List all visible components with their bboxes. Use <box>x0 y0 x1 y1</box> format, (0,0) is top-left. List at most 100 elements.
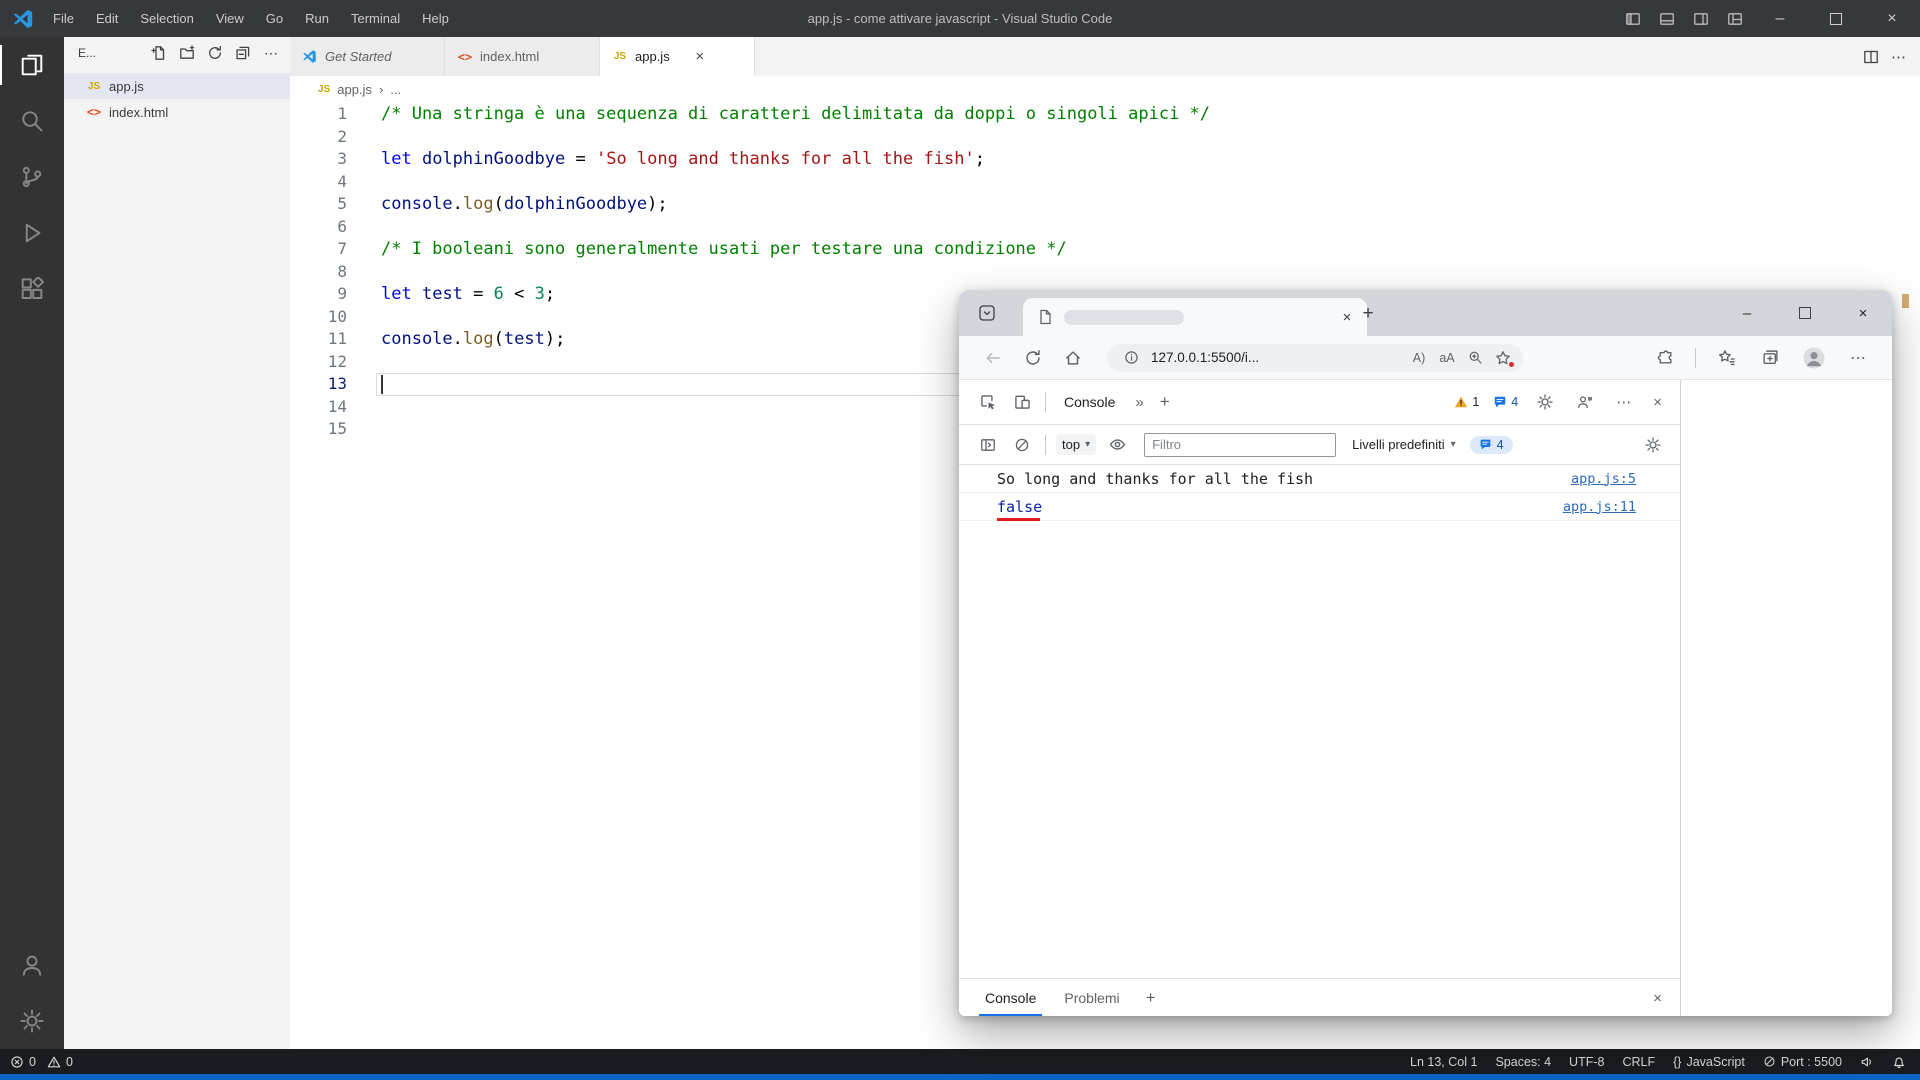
breadcrumb-file[interactable]: app.js <box>337 82 372 97</box>
tab-actions-menu-icon[interactable] <box>977 303 997 323</box>
drawer-tab-problemi[interactable]: Problemi <box>1050 979 1133 1016</box>
line-number[interactable]: 5 <box>290 193 347 216</box>
back-icon[interactable] <box>973 341 1013 375</box>
console-source-link[interactable]: app.js:5 <box>1571 471 1636 487</box>
maximize-button[interactable] <box>1808 0 1864 37</box>
home-icon[interactable] <box>1053 341 1093 375</box>
toggle-sidebar-icon[interactable] <box>1616 0 1650 37</box>
browser-close-button[interactable]: × <box>1834 290 1892 336</box>
feedback-icon[interactable] <box>1860 1055 1874 1069</box>
line-number[interactable]: 8 <box>290 261 347 284</box>
code-line-2[interactable]: 2 <box>290 126 1900 149</box>
profile-avatar[interactable] <box>1794 341 1834 375</box>
devtools-feedback-icon[interactable] <box>1568 386 1602 418</box>
line-number[interactable]: 11 <box>290 328 347 351</box>
new-folder-icon[interactable] <box>178 44 196 62</box>
extensions-puzzle-icon[interactable] <box>1645 341 1685 375</box>
toggle-secondary-sidebar-icon[interactable] <box>1684 0 1718 37</box>
line-number[interactable]: 2 <box>290 126 347 149</box>
device-toolbar-icon[interactable] <box>1005 386 1039 418</box>
zoom-icon[interactable] <box>1461 346 1489 370</box>
console-filter-input[interactable] <box>1144 433 1336 457</box>
line-number[interactable]: 9 <box>290 283 347 306</box>
eol-indicator[interactable]: CRLF <box>1622 1055 1655 1069</box>
split-editor-icon[interactable] <box>1863 49 1879 65</box>
tab-close-icon[interactable]: × <box>691 48 709 65</box>
browser-menu-icon[interactable]: ⋯ <box>1838 341 1878 375</box>
line-number[interactable]: 4 <box>290 171 347 194</box>
console-settings-gear-icon[interactable] <box>1636 429 1670 461</box>
add-favorite-star-icon[interactable] <box>1489 346 1517 370</box>
devtools-settings-gear-icon[interactable] <box>1528 386 1562 418</box>
drawer-tab-console[interactable]: Console <box>971 979 1050 1016</box>
new-tab-button[interactable]: + <box>1355 301 1381 327</box>
more-tabs-icon[interactable]: » <box>1127 394 1151 411</box>
log-levels-dropdown[interactable]: Livelli predefiniti ▾ <box>1352 437 1456 452</box>
line-number[interactable]: 14 <box>290 396 347 419</box>
line-number[interactable]: 1 <box>290 103 347 126</box>
console-output[interactable]: So long and thanks for all the fishapp.j… <box>959 465 1680 978</box>
url-text[interactable]: 127.0.0.1:5500/i... <box>1151 350 1405 365</box>
account-icon[interactable] <box>0 937 64 993</box>
menu-file[interactable]: File <box>42 0 85 37</box>
indentation[interactable]: Spaces: 4 <box>1495 1055 1551 1069</box>
problems-indicator[interactable]: 0 0 <box>10 1055 73 1069</box>
add-panel-icon[interactable]: + <box>1152 392 1178 412</box>
inspect-element-icon[interactable] <box>971 386 1005 418</box>
line-number[interactable]: 10 <box>290 306 347 329</box>
collapse-all-icon[interactable] <box>234 44 252 62</box>
browser-maximize-button[interactable] <box>1776 290 1834 336</box>
code-line-3[interactable]: 3let dolphinGoodbye = 'So long and thank… <box>290 148 1900 171</box>
cursor-position[interactable]: Ln 13, Col 1 <box>1410 1055 1477 1069</box>
menu-help[interactable]: Help <box>411 0 460 37</box>
refresh-icon[interactable] <box>206 44 224 62</box>
devtools-close-icon[interactable]: × <box>1645 394 1670 411</box>
tab-get-started[interactable]: Get Started <box>290 37 445 76</box>
warnings-badge[interactable]: 1 <box>1450 395 1483 409</box>
extensions-icon[interactable] <box>0 261 64 317</box>
file-item-index-html[interactable]: <>index.html <box>64 99 290 125</box>
line-number[interactable]: 3 <box>290 148 347 171</box>
text-size-icon[interactable]: aA <box>1433 346 1461 370</box>
menu-edit[interactable]: Edit <box>85 0 129 37</box>
menu-terminal[interactable]: Terminal <box>340 0 411 37</box>
drawer-add-tab-icon[interactable]: + <box>1134 988 1168 1008</box>
editor-more-actions-icon[interactable]: ⋯ <box>1891 48 1906 66</box>
file-item-app-js[interactable]: JSapp.js <box>64 73 290 99</box>
collections-icon[interactable] <box>1750 341 1790 375</box>
more-actions-icon[interactable]: ⋯ <box>262 44 280 62</box>
menu-go[interactable]: Go <box>255 0 294 37</box>
menu-selection[interactable]: Selection <box>129 0 204 37</box>
code-line-5[interactable]: 5console.log(dolphinGoodbye); <box>290 193 1900 216</box>
minimize-button[interactable]: – <box>1752 0 1808 37</box>
context-selector[interactable]: top ▾ <box>1056 434 1096 455</box>
messages-count-chip[interactable]: 4 <box>1470 436 1513 454</box>
line-number[interactable]: 7 <box>290 238 347 261</box>
address-bar[interactable]: 127.0.0.1:5500/i... A) aA <box>1107 344 1523 372</box>
breadcrumb-ellipsis[interactable]: ... <box>390 82 401 97</box>
code-line-4[interactable]: 4 <box>290 171 1900 194</box>
notifications-bell-icon[interactable] <box>1892 1055 1906 1069</box>
search-icon[interactable] <box>0 93 64 149</box>
line-number[interactable]: 12 <box>290 351 347 374</box>
reload-icon[interactable] <box>1013 341 1053 375</box>
toggle-panel-icon[interactable] <box>1650 0 1684 37</box>
encoding[interactable]: UTF-8 <box>1569 1055 1604 1069</box>
drawer-close-icon[interactable]: × <box>1647 990 1668 1007</box>
read-aloud-icon[interactable]: A) <box>1405 346 1433 370</box>
console-source-link[interactable]: app.js:11 <box>1563 499 1636 515</box>
run-debug-icon[interactable] <box>0 205 64 261</box>
live-server-port[interactable]: Port : 5500 <box>1763 1055 1842 1069</box>
line-number[interactable]: 13 <box>290 373 347 396</box>
line-number[interactable]: 15 <box>290 418 347 441</box>
favorites-bar-icon[interactable] <box>1706 341 1746 375</box>
close-button[interactable]: × <box>1864 0 1920 37</box>
code-line-6[interactable]: 6 <box>290 216 1900 239</box>
line-number[interactable]: 6 <box>290 216 347 239</box>
devtools-tab-console[interactable]: Console <box>1052 394 1127 410</box>
devtools-menu-icon[interactable]: ⋯ <box>1608 393 1639 411</box>
page-viewport[interactable] <box>1681 380 1892 1016</box>
tab-close-icon[interactable]: × <box>1337 309 1357 326</box>
tab-index-html[interactable]: <>index.html <box>445 37 600 76</box>
menu-view[interactable]: View <box>205 0 255 37</box>
